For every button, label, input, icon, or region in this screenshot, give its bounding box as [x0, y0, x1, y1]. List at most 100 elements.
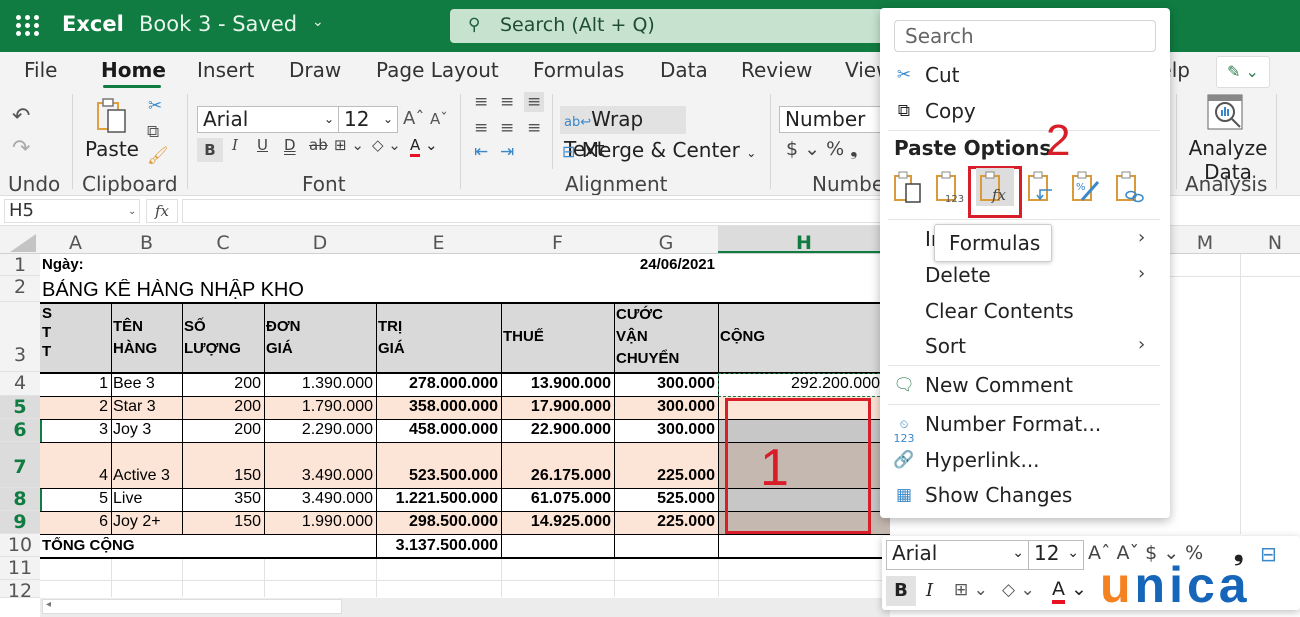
decrease-indent-icon[interactable]: ⇤: [474, 142, 488, 162]
column-header-d[interactable]: D: [264, 232, 376, 254]
cell-stt[interactable]: 1: [40, 375, 111, 393]
wrap-text-button[interactable]: ab↩Wrap Text: [560, 106, 686, 161]
redo-icon[interactable]: ↷: [12, 136, 30, 161]
row-header-11[interactable]: 11: [0, 557, 40, 580]
cell-stt[interactable]: 6: [40, 513, 111, 531]
cell-name[interactable]: Active 3: [111, 467, 182, 485]
document-title[interactable]: Book 3 - Saved: [139, 12, 297, 36]
header-don-gia[interactable]: ĐƠN GIÁ: [264, 316, 376, 360]
row-header-8[interactable]: 8: [0, 488, 40, 511]
cell-ship[interactable]: 525.000: [614, 490, 718, 508]
cell-price[interactable]: 1.990.000: [264, 513, 376, 531]
mini-italic-button[interactable]: I: [926, 580, 933, 601]
search-box[interactable]: ⚲ Search (Alt + Q): [450, 9, 900, 43]
row-header-9[interactable]: 9: [0, 511, 40, 534]
cell-name[interactable]: Bee 3: [111, 375, 182, 393]
number-format-dropdown[interactable]: Number: [779, 106, 889, 133]
currency-button[interactable]: $ ⌄ % ❟: [786, 138, 858, 160]
column-header-n[interactable]: N: [1240, 232, 1300, 254]
align-center-icon[interactable]: ≡: [500, 118, 514, 138]
tab-draw[interactable]: Draw: [289, 58, 341, 82]
mini-font-color-button[interactable]: A ⌄: [1052, 578, 1087, 604]
name-box[interactable]: H5: [4, 199, 140, 223]
cell-qty[interactable]: 350: [182, 490, 264, 508]
cell-value[interactable]: 278.000.000: [376, 375, 501, 393]
mini-font-size-dropdown[interactable]: 12 ⌄: [1028, 540, 1084, 570]
undo-icon[interactable]: ↶: [12, 104, 30, 129]
paste-option-link-icon[interactable]: [1114, 168, 1148, 204]
header-thue[interactable]: THUẾ: [501, 328, 614, 345]
analyze-data-icon[interactable]: [1207, 94, 1243, 130]
column-header-h[interactable]: H: [718, 226, 890, 254]
row-header-6[interactable]: 6: [0, 419, 40, 442]
cell-ship[interactable]: 300.000: [614, 421, 718, 439]
cell-tax[interactable]: 61.075.000: [501, 490, 614, 508]
cell-qty[interactable]: 200: [182, 398, 264, 416]
menu-item-clear-contents[interactable]: Clear Contents: [880, 296, 1170, 330]
copy-icon[interactable]: ⧉: [147, 122, 159, 142]
menu-item-new-comment[interactable]: 🗨 New Comment: [880, 370, 1170, 404]
italic-button[interactable]: I: [232, 136, 238, 154]
cell-stt[interactable]: 5: [40, 490, 111, 508]
tab-insert[interactable]: Insert: [197, 58, 254, 82]
header-stt[interactable]: S T T: [40, 304, 111, 361]
tab-data[interactable]: Data: [660, 58, 708, 82]
tab-page-layout[interactable]: Page Layout: [376, 58, 499, 82]
cell-value[interactable]: 458.000.000: [376, 421, 501, 439]
row-header-1[interactable]: 1: [0, 254, 40, 276]
cell-ship[interactable]: 300.000: [614, 375, 718, 393]
cut-icon[interactable]: ✂: [148, 96, 162, 116]
cell-tax[interactable]: 13.900.000: [501, 375, 614, 393]
scroll-left-icon[interactable]: ◂: [46, 599, 51, 610]
menu-item-sort[interactable]: Sort ›: [880, 331, 1170, 365]
editing-mode-button[interactable]: ✎ ⌄: [1216, 56, 1270, 88]
increase-indent-icon[interactable]: ⇥: [500, 142, 514, 162]
cell-price[interactable]: 1.790.000: [264, 398, 376, 416]
cell-name[interactable]: Joy 3: [111, 421, 182, 439]
underline-button[interactable]: U: [257, 136, 268, 154]
cell-price[interactable]: 3.490.000: [264, 467, 376, 485]
formula-input[interactable]: [182, 199, 882, 223]
header-cong[interactable]: CỘNG: [718, 328, 890, 345]
cell-price[interactable]: 2.290.000: [264, 421, 376, 439]
paste-option-paste-icon[interactable]: [892, 168, 926, 204]
horizontal-scrollbar[interactable]: ◂: [40, 598, 890, 617]
paste-option-formulas-icon[interactable]: fx: [976, 168, 1014, 206]
tab-review[interactable]: Review: [741, 58, 812, 82]
double-underline-button[interactable]: D: [284, 136, 296, 154]
cell-price[interactable]: 1.390.000: [264, 375, 376, 393]
cell-name[interactable]: Joy 2+: [111, 513, 182, 531]
increase-font-icon[interactable]: Aˆ: [403, 108, 424, 129]
column-header-c[interactable]: C: [182, 232, 264, 254]
align-left-icon[interactable]: ≡: [474, 118, 488, 138]
merge-center-button[interactable]: ⊟ Merge & Center ⌄: [562, 138, 756, 162]
total-value[interactable]: 3.137.500.000: [376, 537, 501, 555]
cell-stt[interactable]: 4: [40, 467, 111, 485]
app-name[interactable]: Excel: [62, 12, 124, 36]
mini-bold-button[interactable]: B: [886, 576, 916, 606]
paste-option-formatting-icon[interactable]: %: [1070, 168, 1104, 204]
header-cuoc-van-chuyen[interactable]: CƯỚC VẬN CHUYỂN: [614, 304, 718, 370]
cell-name[interactable]: Star 3: [111, 398, 182, 416]
mini-fill-button[interactable]: ◇ ⌄: [1002, 580, 1035, 600]
header-ten-hang[interactable]: TÊN HÀNG: [111, 316, 182, 360]
chevron-down-icon[interactable]: ⌄: [128, 206, 136, 217]
tab-file[interactable]: File: [24, 58, 57, 82]
cell-ship[interactable]: 225.000: [614, 513, 718, 531]
cell-tax[interactable]: 17.900.000: [501, 398, 614, 416]
merge-icon[interactable]: ⊟: [1260, 542, 1277, 566]
decrease-font-icon[interactable]: Aˇ: [430, 110, 448, 128]
align-right-icon[interactable]: ≡: [527, 118, 541, 138]
row-header-4[interactable]: 4: [0, 372, 40, 396]
context-search-input[interactable]: Search: [894, 20, 1156, 52]
paste-button[interactable]: Paste: [85, 137, 139, 161]
menu-item-number-format[interactable]: ⏲123 Number Format...: [880, 409, 1170, 445]
column-header-g[interactable]: G: [614, 232, 718, 254]
font-color-button[interactable]: A ⌄: [410, 136, 438, 157]
cell-stt[interactable]: 2: [40, 398, 111, 416]
font-name-dropdown[interactable]: Arial ⌄: [197, 106, 339, 133]
header-tri-gia[interactable]: TRỊ GIÁ: [376, 316, 501, 360]
cell-tax[interactable]: 14.925.000: [501, 513, 614, 531]
borders-button[interactable]: ⊞ ⌄: [334, 136, 364, 154]
insert-function-button[interactable]: fx: [146, 199, 178, 223]
